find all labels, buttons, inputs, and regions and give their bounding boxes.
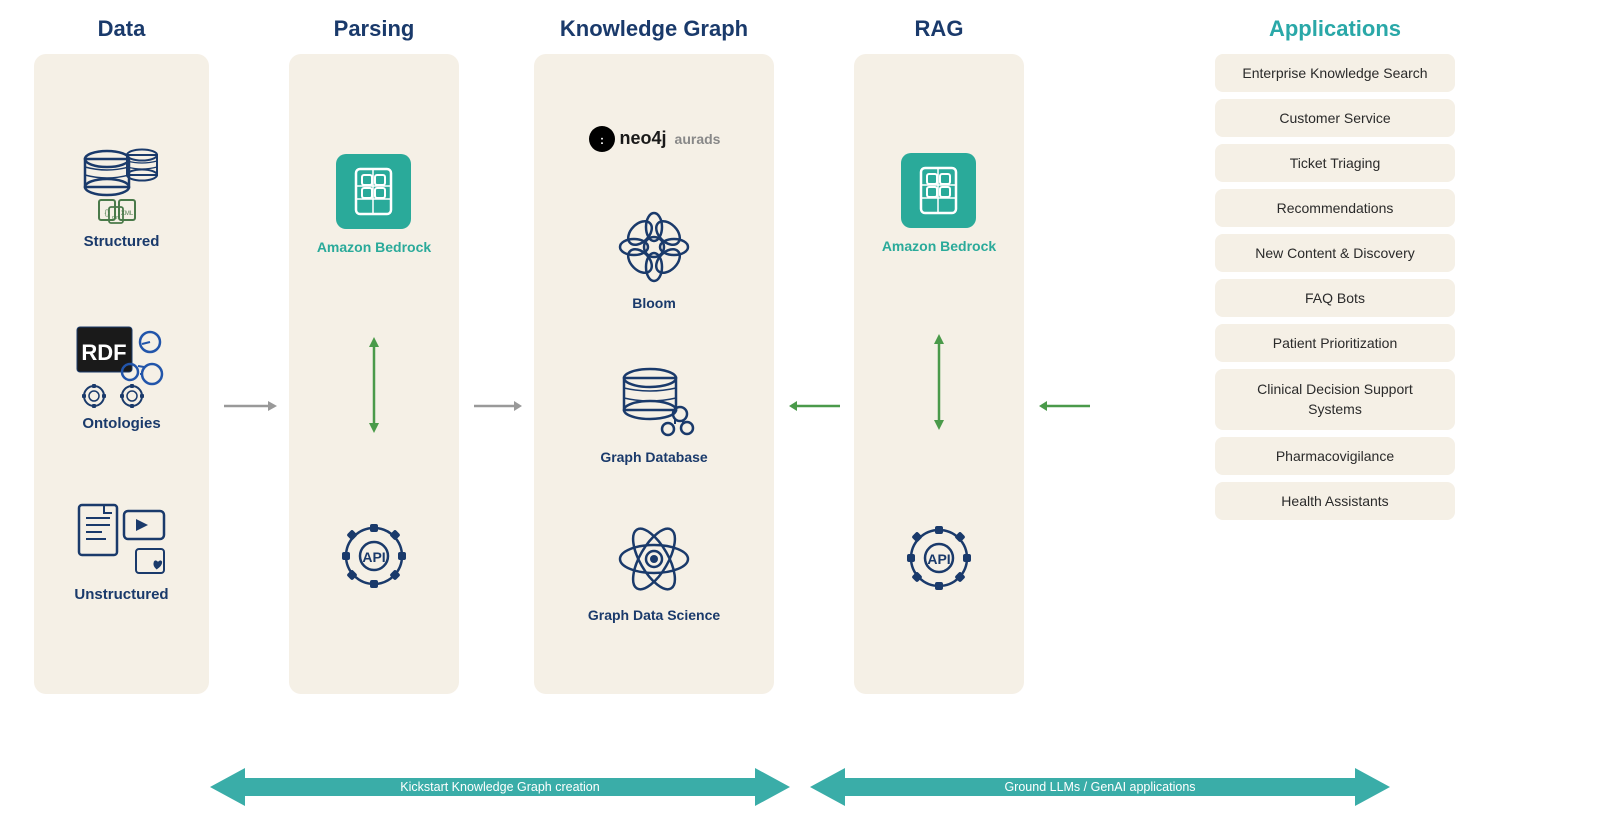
rag-panel: Amazon Bedrock [854, 54, 1024, 694]
svg-text:Ground LLMs / GenAI applicatio: Ground LLMs / GenAI applications [1004, 780, 1195, 794]
unstructured-label: Unstructured [74, 586, 168, 603]
neo4j-logo: : neo4j aurads [588, 125, 721, 153]
bedrock-icon-parsing [346, 164, 401, 219]
structured-label: Structured [84, 233, 160, 250]
parsing-title: Parsing [334, 16, 415, 42]
arrow-kg-rag [784, 16, 844, 743]
graphdb-icon [612, 366, 697, 441]
app-new-content: New Content & Discovery [1215, 234, 1455, 272]
apps-column: Applications Enterprise Knowledge Search… [1094, 16, 1576, 520]
rag-bedrock: Amazon Bedrock [882, 153, 996, 254]
rag-title: RAG [915, 16, 964, 42]
kg-gds: Graph Data Science [588, 519, 720, 623]
graphdb-label: Graph Database [600, 449, 707, 465]
bottom-left-arrow: Kickstart Knowledge Graph creation [210, 758, 790, 821]
data-column: Data [24, 16, 219, 694]
bloom-icon [614, 207, 694, 287]
parsing-vertical-arrow [364, 335, 384, 435]
svg-text:Kickstart Knowledge Graph crea: Kickstart Knowledge Graph creation [400, 780, 599, 794]
svg-text::: : [600, 133, 604, 147]
svg-text:RDF: RDF [81, 340, 126, 365]
kg-panel: : neo4j aurads [534, 54, 774, 694]
gds-label: Graph Data Science [588, 607, 720, 623]
app-customer-service: Customer Service [1215, 99, 1455, 137]
bottom-right-arrow: Ground LLMs / GenAI applications [810, 758, 1390, 821]
kg-bloom: Bloom [614, 207, 694, 311]
bedrock-box-parsing [336, 154, 411, 229]
app-health-assistants: Health Assistants [1215, 482, 1455, 520]
unstructured-icon [74, 503, 169, 578]
api-gear-icon: API [334, 514, 414, 594]
data-structured: {} XML csv Structured [77, 145, 167, 250]
bottom-arrows-section: Kickstart Knowledge Graph creation Groun… [24, 753, 1576, 825]
arrow-rag-apps [1034, 16, 1094, 743]
data-panel: {} XML csv Structured RDF [34, 54, 209, 694]
app-enterprise-search: Enterprise Knowledge Search [1215, 54, 1455, 92]
svg-text:API: API [362, 549, 385, 565]
arrow-data-parsing [219, 16, 279, 743]
bedrock-label-rag: Amazon Bedrock [882, 238, 996, 254]
ontologies-label: Ontologies [82, 415, 160, 432]
bedrock-icon-rag [911, 163, 966, 218]
arrow-parsing-kg [469, 16, 524, 743]
apps-list: Enterprise Knowledge Search Customer Ser… [1215, 54, 1455, 520]
app-ticket-triaging: Ticket Triaging [1215, 144, 1455, 182]
parsing-panel: Amazon Bedrock [289, 54, 459, 694]
rdf-icon: RDF [72, 322, 172, 407]
api-gear-rag-icon: API [899, 516, 979, 596]
data-title: Data [98, 16, 146, 42]
kg-column: Knowledge Graph : neo4j aurads [524, 16, 784, 694]
gds-icon [614, 519, 694, 599]
svg-text:csv: csv [111, 215, 120, 221]
aurads-text: aurads [675, 131, 721, 147]
database-icon: {} XML csv [77, 145, 167, 225]
bloom-label: Bloom [632, 295, 676, 311]
parsing-column: Parsing [279, 16, 469, 694]
parsing-bedrock: Amazon Bedrock [317, 154, 431, 255]
parsing-api: API [334, 514, 414, 594]
data-ontologies: RDF [72, 322, 172, 432]
app-clinical-decision: Clinical Decision Support Systems [1215, 369, 1455, 430]
kg-graphdb: Graph Database [600, 366, 707, 465]
app-pharmacovigilance: Pharmacovigilance [1215, 437, 1455, 475]
rag-api: API [899, 516, 979, 596]
apps-title: Applications [1269, 16, 1401, 42]
kg-title: Knowledge Graph [560, 16, 748, 42]
rag-column: RAG [844, 16, 1034, 694]
neo4j-text: neo4j [620, 128, 667, 149]
data-unstructured: Unstructured [74, 503, 169, 603]
rag-vertical-arrow [929, 332, 949, 437]
app-faq-bots: FAQ Bots [1215, 279, 1455, 317]
bedrock-box-rag [901, 153, 976, 228]
app-patient-prioritization: Patient Prioritization [1215, 324, 1455, 362]
bedrock-label-parsing: Amazon Bedrock [317, 239, 431, 255]
svg-text:API: API [927, 551, 950, 567]
app-recommendations: Recommendations [1215, 189, 1455, 227]
